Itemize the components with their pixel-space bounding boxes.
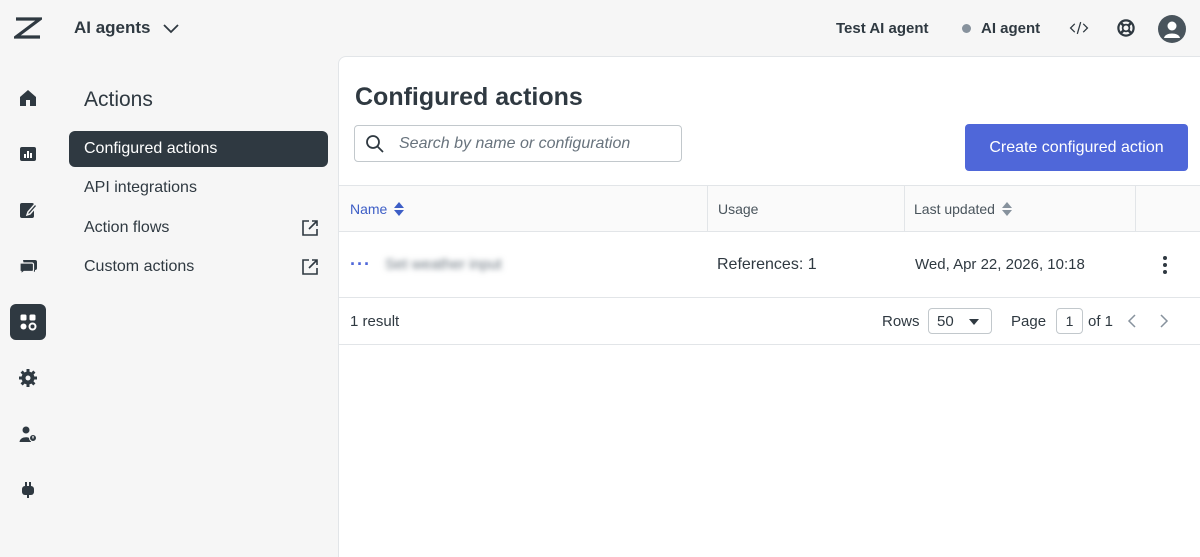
rail-conversations[interactable] [10,248,46,284]
rail-settings[interactable] [10,360,46,396]
column-header-usage: Usage [708,186,905,232]
search-input[interactable] [399,126,674,161]
subnav-item-action-flows[interactable]: Action flows [69,210,328,246]
kebab-menu-icon [1163,256,1167,274]
column-header-name[interactable]: Name [339,186,708,232]
zendesk-logo-icon[interactable] [11,17,45,39]
team-icon [19,426,37,442]
external-link-icon [302,220,318,236]
rail-integrations[interactable] [10,472,46,508]
column-header-actions [1136,186,1200,232]
home-icon [20,90,36,106]
sort-icon [394,202,405,216]
subnav-item-label: Custom actions [84,258,195,275]
settings-icon [19,369,37,387]
app-switcher[interactable]: AI agents [74,18,181,38]
subnav-item-label: Configured actions [84,140,218,157]
search-box[interactable] [354,125,682,162]
table-row[interactable]: ··· Set weather input References: 1 Wed,… [339,232,1200,298]
chevron-right-icon [1160,314,1169,328]
knowledge-icon [20,202,38,218]
action-name[interactable]: Set weather input [385,256,502,273]
rail-home[interactable] [10,80,46,116]
actions-subnav: Actions Configured actions API integrati… [56,56,338,557]
agent-name[interactable]: Test AI agent [836,20,929,37]
subnav-item-custom-actions[interactable]: Custom actions [69,249,328,285]
column-header-label: Usage [718,201,759,217]
row-menu-button[interactable] [1154,253,1176,277]
subnav-item-label: API integrations [84,179,197,196]
column-header-last-updated[interactable]: Last updated [905,186,1136,232]
sort-icon [1001,202,1012,216]
column-header-label: Last updated [914,201,995,217]
cell-name[interactable]: ··· Set weather input [350,232,700,297]
icon-rail [0,56,56,557]
user-icon [1164,21,1180,38]
result-count: 1 result [350,313,400,330]
subnav-item-api-integrations[interactable]: API integrations [69,170,328,206]
analytics-icon [20,147,36,161]
previous-page-button[interactable] [1122,310,1142,332]
subnav-item-configured-actions[interactable]: Configured actions [69,131,328,167]
rail-actions[interactable] [10,304,46,340]
chevron-down-icon [162,24,179,34]
actions-table: Name Usage Last updated ··· Set weather … [339,185,1200,345]
help-lifebuoy-icon[interactable] [1113,15,1139,41]
search-icon [366,135,384,153]
column-header-label: Name [350,201,388,217]
code-icon[interactable] [1066,15,1092,41]
rows-per-page-select[interactable]: 50 [928,308,992,334]
status-dot-icon [962,24,971,33]
page-number-input[interactable] [1056,308,1083,334]
subnav-title: Actions [84,88,153,111]
conversations-icon [19,260,37,276]
rail-analytics[interactable] [10,136,46,172]
actions-icon [20,314,37,331]
top-bar: AI agents Test AI agent AI agent [0,0,1200,56]
caret-down-icon [969,319,979,325]
cell-last-updated: Wed, Apr 22, 2026, 10:18 [915,256,1085,273]
agent-type-badge: AI agent [962,20,1040,37]
rows-label: Rows [882,313,920,330]
page-total: of 1 [1088,313,1114,330]
rail-team[interactable] [10,416,46,452]
external-link-icon [302,259,318,275]
table-header: Name Usage Last updated [339,185,1200,232]
agent-type-label: AI agent [981,20,1041,37]
page-title: Configured actions [355,83,583,111]
more-dots-icon: ··· [350,254,371,274]
next-page-button[interactable] [1154,310,1174,332]
main-panel: Configured actions Create configured act… [338,56,1200,557]
rail-knowledge[interactable] [10,192,46,228]
table-footer: 1 result Rows 50 Page of 1 [339,298,1200,345]
avatar[interactable] [1158,15,1186,43]
subnav-item-label: Action flows [84,219,170,236]
integrations-icon [22,482,34,498]
cell-usage: References: 1 [717,255,817,273]
chevron-left-icon [1127,314,1136,328]
rows-value: 50 [937,312,954,330]
page-label: Page [1011,313,1047,330]
create-configured-action-button[interactable]: Create configured action [965,124,1188,171]
app-switcher-label: AI agents [74,18,151,37]
